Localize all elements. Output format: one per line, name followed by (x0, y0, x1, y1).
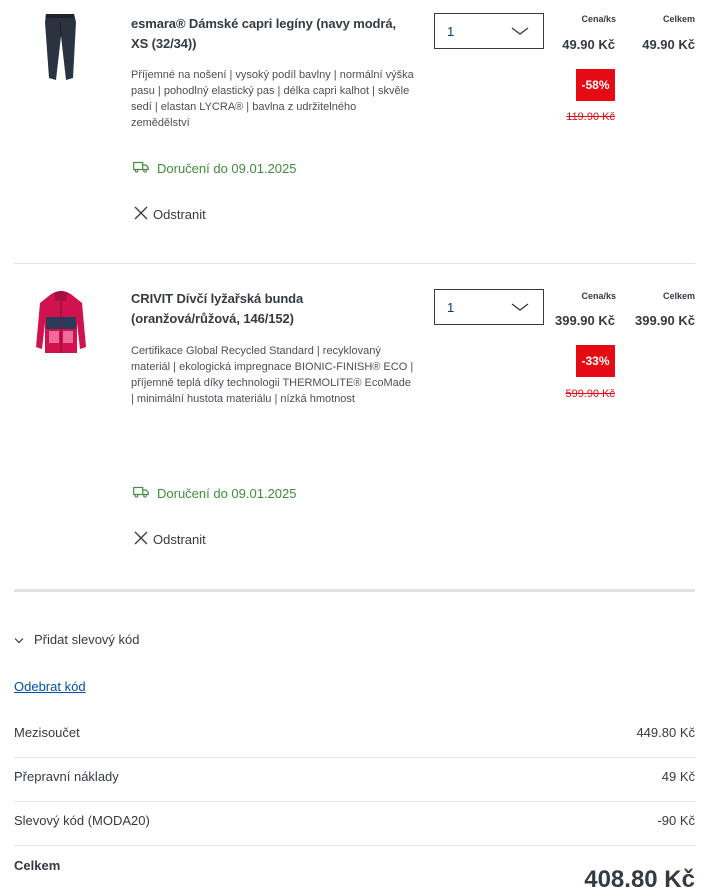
section-divider (14, 589, 695, 592)
remove-button[interactable]: Odstranit (134, 531, 206, 548)
product-image[interactable] (26, 287, 96, 367)
truck-icon (133, 486, 149, 501)
ski-jacket-icon (36, 291, 86, 353)
row-divider (14, 845, 695, 846)
item-total: 399.90 Kč (635, 313, 695, 328)
shipping-value: 49 Kč (661, 769, 695, 784)
discount-badge: -33% (576, 345, 615, 377)
discount-badge: -58% (576, 69, 615, 101)
item-divider (14, 263, 695, 264)
remove-label: Odstranit (153, 207, 206, 222)
delivery-text: Doručení do 09.01.2025 (157, 486, 297, 501)
truck-icon (133, 161, 149, 176)
total-label: Celkem (662, 291, 695, 301)
unit-price-label: Cena/ks (581, 14, 616, 24)
product-description: Příjemné na nošení | vysoký podíl bavlny… (131, 69, 414, 129)
chevron-down-icon (511, 24, 529, 39)
unit-price: 49.90 Kč (562, 37, 615, 52)
old-price: 599.90 Kč (565, 388, 615, 400)
remove-code-link[interactable]: Odebrat kód (14, 679, 86, 694)
product-name[interactable]: CRIVIT Dívčí lyžařská bunda (oranžová/rů… (131, 289, 401, 329)
chevron-down-icon (511, 300, 529, 315)
leggings-icon (45, 14, 76, 80)
shipping-label: Přepravní náklady (14, 769, 119, 784)
delivery-info: Doručení do 09.01.2025 (133, 486, 297, 501)
quantity-select[interactable]: 1 (434, 289, 544, 325)
chevron-down-icon (14, 632, 24, 647)
item-total: 49.90 Kč (642, 37, 695, 52)
product-description: Certifikace Global Recycled Standard | r… (131, 345, 414, 405)
quantity-select[interactable]: 1 (434, 13, 544, 49)
quantity-value: 1 (447, 299, 455, 315)
grand-total-value: 408.80 Kč (584, 866, 695, 893)
discount-code-label: Slevový kód (MODA20) (14, 813, 150, 828)
row-divider (14, 801, 695, 802)
promo-code-label: Přidat slevový kód (34, 632, 140, 647)
unit-price-label: Cena/ks (581, 291, 616, 301)
old-price: 119.90 Kč (566, 111, 615, 123)
quantity-value: 1 (447, 23, 455, 39)
subtotal-value: 449.80 Kč (636, 725, 695, 740)
product-image[interactable] (26, 12, 96, 92)
close-icon (134, 206, 148, 223)
subtotal-label: Mezisoučet (14, 725, 80, 740)
discount-code-value: -90 Kč (657, 813, 695, 828)
total-label: Celkem (662, 14, 695, 24)
promo-code-toggle[interactable]: Přidat slevový kód (14, 632, 140, 647)
delivery-info: Doručení do 09.01.2025 (133, 161, 297, 176)
product-name[interactable]: esmara® Dámské capri legíny (navy modrá,… (131, 14, 401, 54)
row-divider (14, 757, 695, 758)
remove-button[interactable]: Odstranit (134, 206, 206, 223)
close-icon (134, 531, 148, 548)
delivery-text: Doručení do 09.01.2025 (157, 161, 297, 176)
remove-label: Odstranit (153, 532, 206, 547)
grand-total-label: Celkem (14, 858, 61, 873)
unit-price: 399.90 Kč (555, 313, 615, 328)
